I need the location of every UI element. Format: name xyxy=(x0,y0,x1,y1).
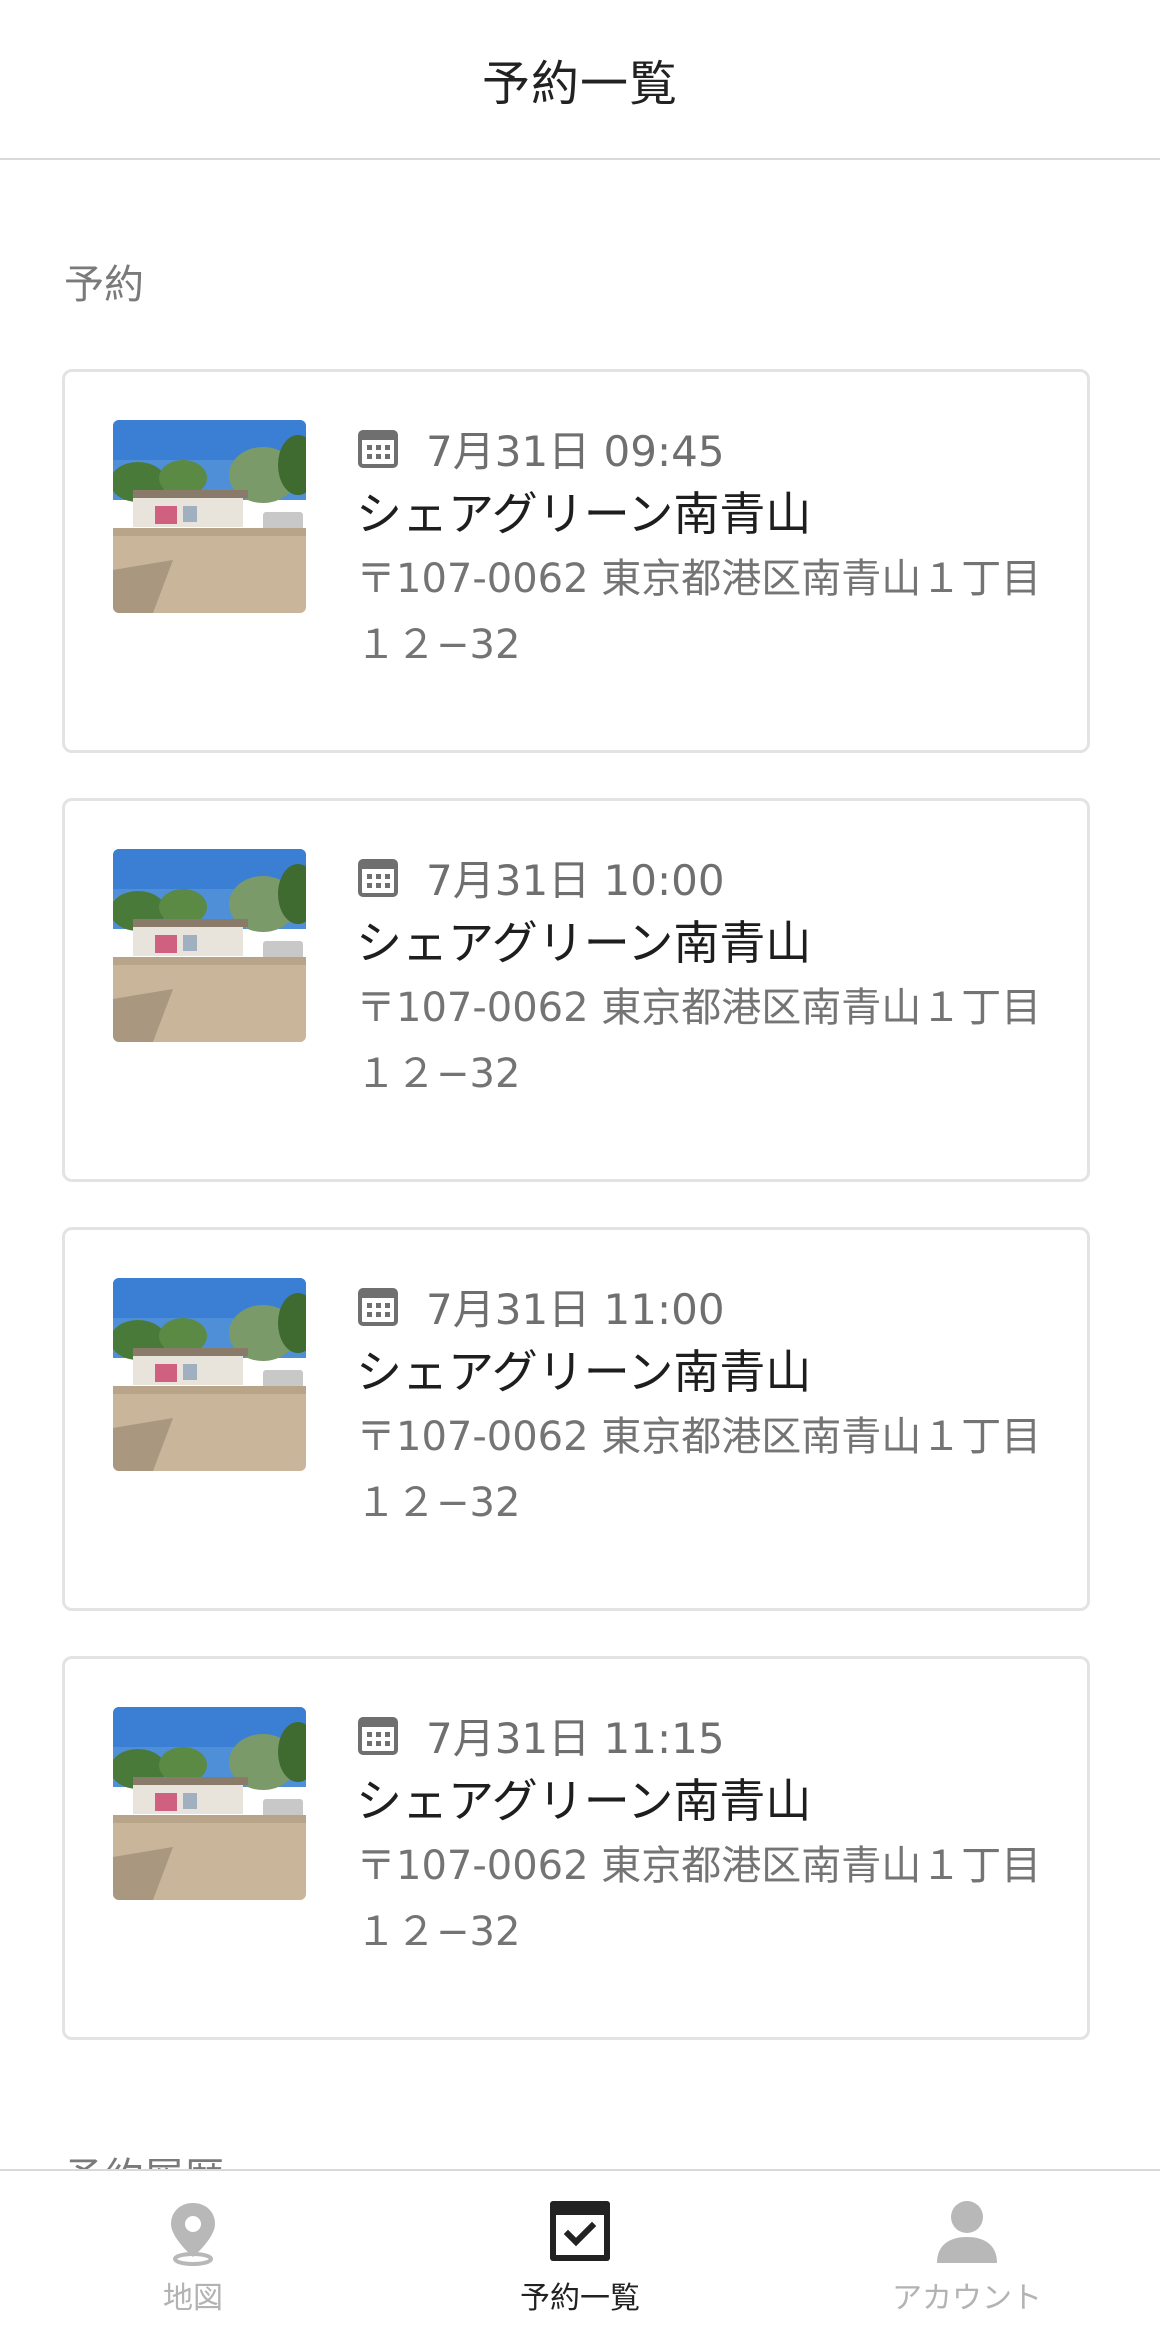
place-name: シェアグリーン南青山 xyxy=(356,1345,812,1399)
calendar-icon xyxy=(358,430,398,468)
tab-account[interactable]: アカウント xyxy=(774,2171,1160,2337)
reservation-card[interactable]: 7月31日 09:45 シェアグリーン南青山 〒107-0062 東京都港区南青… xyxy=(62,369,1090,753)
date-row: 7月31日 09:45 xyxy=(356,420,1056,476)
place-photo xyxy=(113,420,306,613)
tab-label: 地図 xyxy=(163,2281,223,2316)
app-root: 予約一覧 予約 7月31日 09:45 シェアグリーン南青山 〒107-0062… xyxy=(0,0,1160,2337)
date-row: 7月31日 11:15 xyxy=(356,1707,1056,1763)
header-bar: 予約一覧 xyxy=(0,0,1160,160)
reservation-info: 7月31日 09:45 シェアグリーン南青山 〒107-0062 東京都港区南青… xyxy=(356,420,1056,678)
place-address: 〒107-0062 東京都港区南青山１丁目１２−32 xyxy=(356,556,1042,668)
page-title: 予約一覧 xyxy=(481,56,678,112)
reservation-card[interactable]: 7月31日 11:15 シェアグリーン南青山 〒107-0062 東京都港区南青… xyxy=(62,1656,1090,2040)
section-title-reservations: 予約 xyxy=(64,262,144,308)
calendar-icon xyxy=(358,859,398,897)
reservation-card[interactable]: 7月31日 10:00 シェアグリーン南青山 〒107-0062 東京都港区南青… xyxy=(62,798,1090,1182)
reservation-info: 7月31日 10:00 シェアグリーン南青山 〒107-0062 東京都港区南青… xyxy=(356,849,1056,1107)
reservation-list-scroll[interactable]: 予約 7月31日 09:45 シェアグリーン南青山 〒107-0062 東京都港… xyxy=(0,160,1160,2170)
tab-map[interactable]: 地図 xyxy=(0,2171,386,2337)
reservation-datetime: 7月31日 09:45 xyxy=(426,426,725,476)
calendar-check-icon xyxy=(550,2201,610,2261)
bottom-tab-bar: 地図 予約一覧 アカウント xyxy=(0,2169,1160,2337)
place-name: シェアグリーン南青山 xyxy=(356,487,812,541)
tab-reservations[interactable]: 予約一覧 xyxy=(387,2171,773,2337)
reservation-card[interactable]: 7月31日 11:00 シェアグリーン南青山 〒107-0062 東京都港区南青… xyxy=(62,1227,1090,1611)
place-address: 〒107-0062 東京都港区南青山１丁目１２−32 xyxy=(356,985,1042,1097)
place-name: シェアグリーン南青山 xyxy=(356,916,812,970)
place-photo xyxy=(113,1278,306,1471)
calendar-icon xyxy=(358,1717,398,1755)
map-pin-icon xyxy=(171,2203,215,2266)
calendar-icon xyxy=(358,1288,398,1326)
reservation-datetime: 7月31日 11:00 xyxy=(426,1284,725,1334)
place-photo xyxy=(113,1707,306,1900)
section-title-history: 予約履歴 xyxy=(64,2145,224,2170)
tab-label: アカウント xyxy=(892,2281,1042,2316)
reservation-datetime: 7月31日 11:15 xyxy=(426,1713,725,1763)
place-address: 〒107-0062 東京都港区南青山１丁目１２−32 xyxy=(356,1414,1042,1526)
place-photo xyxy=(113,849,306,1042)
reservation-datetime: 7月31日 10:00 xyxy=(426,855,725,905)
date-row: 7月31日 11:00 xyxy=(356,1278,1056,1334)
place-address: 〒107-0062 東京都港区南青山１丁目１２−32 xyxy=(356,1843,1042,1955)
tab-label: 予約一覧 xyxy=(520,2281,640,2316)
place-name: シェアグリーン南青山 xyxy=(356,1774,812,1828)
reservation-info: 7月31日 11:00 シェアグリーン南青山 〒107-0062 東京都港区南青… xyxy=(356,1278,1056,1536)
date-row: 7月31日 10:00 xyxy=(356,849,1056,905)
reservation-info: 7月31日 11:15 シェアグリーン南青山 〒107-0062 東京都港区南青… xyxy=(356,1707,1056,1965)
person-icon xyxy=(937,2201,997,2263)
